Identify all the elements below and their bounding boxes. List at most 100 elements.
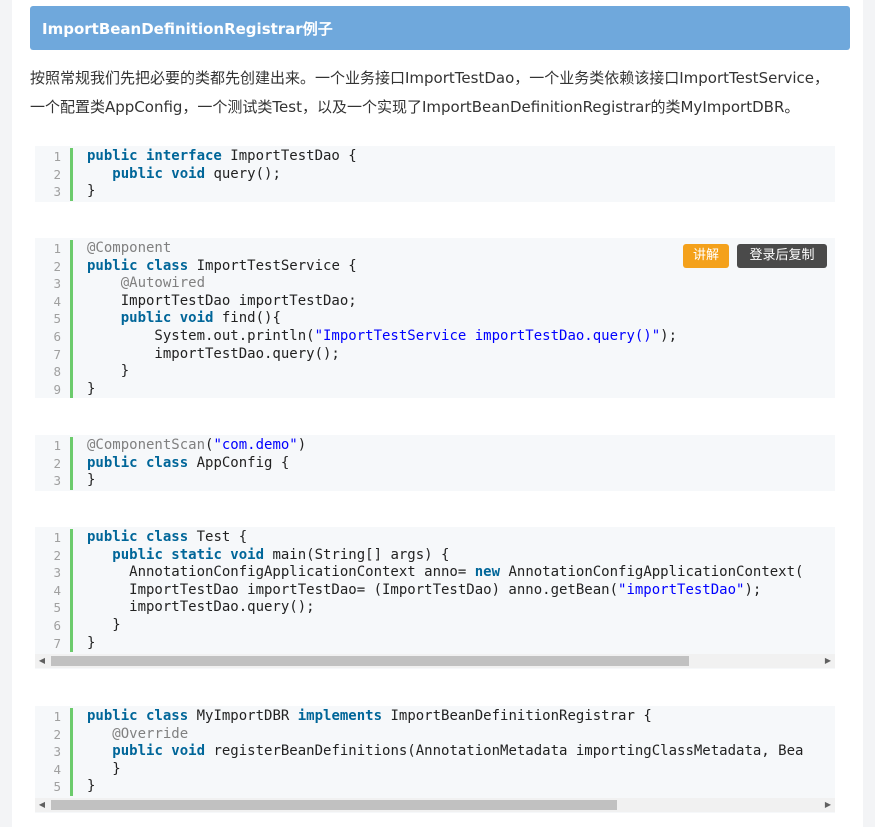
code-text: registerBeanDefinitions(AnnotationMetada… <box>205 743 804 760</box>
code-text: System.out.println( <box>87 327 315 344</box>
code-line: @Autowired <box>87 275 835 293</box>
line-number: 1 <box>53 709 61 724</box>
line-number: 3 <box>53 473 61 489</box>
code-line: System.out.println("ImportTestService im… <box>87 328 835 346</box>
code-line: public static void main(String[] args) { <box>87 547 835 565</box>
code-text: AnnotationConfigApplicationContext anno= <box>87 564 475 581</box>
horizontal-scrollbar[interactable]: ◀ ▶ <box>35 798 835 812</box>
line-number: 3 <box>53 184 61 200</box>
line-number: 3 <box>53 276 61 292</box>
code-text: } <box>87 634 96 651</box>
code-keyword: implements <box>297 708 383 724</box>
code-block-app-config[interactable]: 1 2 3 @ComponentScan("com.demo") public cla… <box>35 435 835 491</box>
code-content[interactable]: @ComponentScan("com.demo") public class A… <box>87 437 835 490</box>
code-line: public interface ImportTestDao { <box>87 148 835 166</box>
code-text: } <box>87 616 121 633</box>
explain-button[interactable]: 讲解 <box>683 244 729 268</box>
code-line: } <box>87 183 835 201</box>
code-annotation: @Override <box>112 725 189 742</box>
code-line: importTestDao.query(); <box>87 599 835 617</box>
horizontal-scrollbar[interactable]: ◀ ▶ <box>35 654 835 668</box>
code-text: ) <box>297 437 307 453</box>
code-keyword: public class <box>87 454 189 471</box>
line-numbers: 123456789 <box>35 240 73 398</box>
code-text: } <box>87 778 96 795</box>
line-number: 7 <box>53 346 61 362</box>
line-number: 2 <box>53 166 61 182</box>
code-text: AnnotationConfigApplicationContext( <box>500 564 804 581</box>
line-number: 4 <box>53 293 61 309</box>
line-number: 4 <box>53 582 61 598</box>
code-keyword: public void <box>120 310 214 327</box>
code-line: } <box>87 635 835 653</box>
code-content[interactable]: public interface ImportTestDao { public … <box>87 148 835 201</box>
code-line: public void find(){ <box>87 310 835 328</box>
code-annotation: @ComponentScan <box>87 437 206 453</box>
line-numbers: 1 2 3 <box>35 148 73 201</box>
section-header: ImportBeanDefinitionRegistrar例子 <box>30 6 850 50</box>
line-number: 5 <box>53 311 61 327</box>
code-text: } <box>87 380 96 397</box>
code-text: ); <box>660 327 678 344</box>
scrollbar-thumb[interactable] <box>51 656 689 666</box>
scrollbar-thumb[interactable] <box>51 800 617 810</box>
code-keyword: public void <box>112 743 206 760</box>
code-content[interactable]: public class MyImportDBR implements Impo… <box>87 708 835 796</box>
code-text: importTestDao.query(); <box>87 345 340 362</box>
code-block-import-test-service[interactable]: 123456789 @Component public class ImportT… <box>35 238 835 398</box>
line-number: 1 <box>53 530 61 545</box>
code-text: MyImportDBR <box>188 708 298 724</box>
code-text: ); <box>744 581 762 598</box>
code-text: ImportTestDao importTestDao; <box>87 292 357 309</box>
line-number: 2 <box>53 258 61 274</box>
code-line: public void query(); <box>87 166 835 184</box>
code-line: @Override <box>87 726 835 744</box>
article-page: ImportBeanDefinitionRegistrar例子 按照常规我们先把… <box>12 0 863 827</box>
code-keyword: public class <box>87 257 189 274</box>
scroll-left-arrow-icon[interactable]: ◀ <box>35 654 49 668</box>
code-string: "com.demo" <box>213 437 298 453</box>
line-numbers: 1 2 3 <box>35 437 73 490</box>
scroll-left-arrow-icon[interactable]: ◀ <box>35 798 49 812</box>
code-text: importTestDao.query(); <box>87 599 315 616</box>
line-number: 3 <box>53 744 61 760</box>
code-line: ImportTestDao importTestDao= (ImportTest… <box>87 582 835 600</box>
code-text: } <box>87 760 121 777</box>
code-annotation: @Autowired <box>120 275 206 292</box>
code-line: } <box>87 617 835 635</box>
scroll-right-arrow-icon[interactable]: ▶ <box>821 654 835 668</box>
code-block-import-test-dao[interactable]: 1 2 3 public interface ImportTestDao { pub… <box>35 146 835 202</box>
code-text: find(){ <box>213 310 281 327</box>
code-string: "importTestDao" <box>618 581 745 598</box>
copy-after-login-button[interactable]: 登录后复制 <box>737 244 827 268</box>
code-text: query(); <box>205 165 281 182</box>
code-text: Test { <box>188 529 248 545</box>
line-number: 3 <box>53 565 61 581</box>
code-keyword: public void <box>112 165 206 182</box>
line-numbers: 1 2 34 5 <box>35 708 73 796</box>
scroll-right-arrow-icon[interactable]: ▶ <box>821 798 835 812</box>
code-line: ImportTestDao importTestDao; <box>87 293 835 311</box>
code-keyword: public class <box>87 529 189 545</box>
line-number: 2 <box>53 726 61 742</box>
line-number: 1 <box>53 241 61 256</box>
code-keyword: public class <box>87 708 189 724</box>
code-block-test[interactable]: 1234567 public class Test { public stati… <box>35 527 835 669</box>
code-line: public void registerBeanDefinitions(Anno… <box>87 743 835 761</box>
line-numbers: 1234567 <box>35 529 73 653</box>
code-line: } <box>87 363 835 381</box>
code-text: main(String[] args) { <box>264 546 450 563</box>
line-number: 7 <box>53 635 61 651</box>
code-content[interactable]: public class Test { public static void m… <box>87 529 835 652</box>
line-number: 2 <box>53 455 61 471</box>
line-number: 5 <box>53 600 61 616</box>
code-block-my-import-dbr[interactable]: 1 2 34 5 public class MyImportDBR implement… <box>35 706 835 813</box>
line-number: 9 <box>53 381 61 397</box>
line-number: 8 <box>53 364 61 380</box>
code-text: } <box>87 472 96 489</box>
code-line: importTestDao.query(); <box>87 346 835 364</box>
line-number: 1 <box>53 438 61 453</box>
